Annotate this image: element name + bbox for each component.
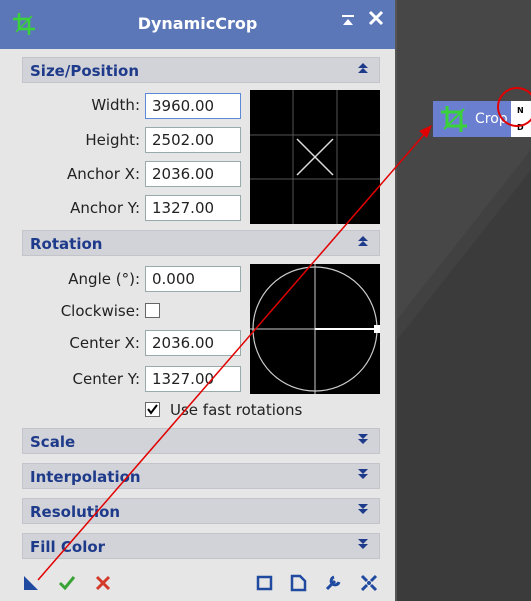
section-interpolation[interactable]: Interpolation <box>22 463 380 489</box>
section-fill-color[interactable]: Fill Color <box>22 533 380 559</box>
section-resolution-label: Resolution <box>30 503 121 521</box>
browse-documentation-button[interactable] <box>256 574 274 597</box>
document-icon <box>290 574 307 592</box>
section-size-position-label: Size/Position <box>30 62 139 80</box>
angle-label: Angle (°): <box>68 270 140 288</box>
expand-icon <box>356 502 370 520</box>
new-instance-icon <box>24 576 38 590</box>
collapse-icon <box>356 234 370 252</box>
width-field[interactable]: 3960.00 <box>145 93 241 119</box>
cross-icon <box>95 575 111 591</box>
fast-rotations-checkbox[interactable] <box>145 402 160 417</box>
reset-arrows-icon <box>360 574 378 592</box>
center-y-field[interactable]: 1327.00 <box>145 366 241 392</box>
section-interpolation-label: Interpolation <box>30 468 141 486</box>
anchor-y-field[interactable]: 1327.00 <box>145 195 241 221</box>
section-size-position[interactable]: Size/Position <box>22 57 380 83</box>
section-resolution[interactable]: Resolution <box>22 498 380 524</box>
section-fill-color-label: Fill Color <box>30 538 106 556</box>
collapse-icon <box>356 61 370 79</box>
new-instance-button[interactable] <box>22 574 40 597</box>
cancel-button[interactable] <box>94 574 112 597</box>
height-label: Height: <box>85 131 140 149</box>
fast-rotations-label: Use fast rotations <box>170 401 303 419</box>
rotation-preview[interactable] <box>250 264 380 394</box>
angle-field[interactable]: 0.000 <box>145 266 241 292</box>
expand-icon <box>356 537 370 555</box>
check-icon <box>147 404 158 415</box>
section-rotation[interactable]: Rotation <box>22 230 380 256</box>
clockwise-label: Clockwise: <box>60 302 140 320</box>
center-y-label: Center Y: <box>72 370 140 388</box>
center-x-field[interactable]: 2036.00 <box>145 330 241 356</box>
bottom-toolbar <box>0 566 395 601</box>
shade-button[interactable] <box>341 12 355 32</box>
shade-icon <box>342 15 354 25</box>
expand-icon <box>356 432 370 450</box>
track-view-button[interactable] <box>290 574 308 597</box>
edit-instance-button[interactable] <box>324 574 342 597</box>
close-icon <box>368 10 384 26</box>
section-rotation-label: Rotation <box>30 235 103 253</box>
section-scale[interactable]: Scale <box>22 428 380 454</box>
reset-button[interactable] <box>360 574 378 597</box>
check-icon <box>58 576 76 591</box>
desktop: Crop N D DynamicCrop Size/Position Width… <box>0 0 531 601</box>
height-field[interactable]: 2502.00 <box>145 127 241 153</box>
clockwise-checkbox[interactable] <box>145 303 160 318</box>
anchor-x-field[interactable]: 2036.00 <box>145 161 241 187</box>
annotation-circle <box>497 87 531 127</box>
anchor-y-label: Anchor Y: <box>70 199 140 217</box>
crop-icon <box>441 106 467 132</box>
wrench-icon <box>325 575 341 591</box>
window-title: DynamicCrop <box>137 14 258 33</box>
title-bar[interactable]: DynamicCrop <box>0 0 395 49</box>
crop-grid-graphic <box>250 90 380 224</box>
square-icon <box>256 575 273 591</box>
crop-preview[interactable] <box>250 90 380 224</box>
expand-icon <box>356 467 370 485</box>
width-label: Width: <box>91 96 140 114</box>
anchor-x-label: Anchor X: <box>67 165 140 183</box>
center-x-label: Center X: <box>69 334 140 352</box>
rotation-dial-graphic <box>250 264 380 394</box>
dynamic-crop-dialog: DynamicCrop Size/Position Width: 3960.00… <box>0 0 397 601</box>
close-button[interactable] <box>368 10 384 31</box>
apply-button[interactable] <box>58 574 76 597</box>
section-scale-label: Scale <box>30 433 76 451</box>
